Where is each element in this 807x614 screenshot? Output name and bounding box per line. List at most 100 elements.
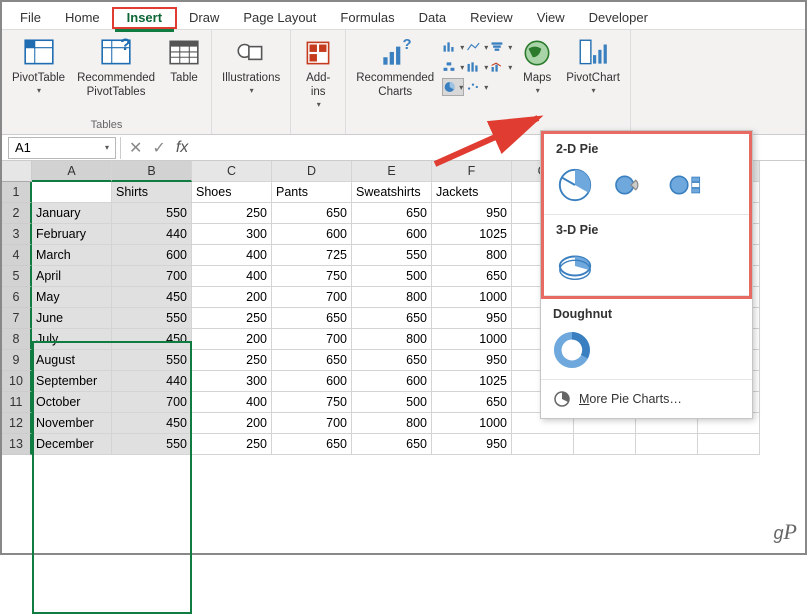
cell[interactable]: 650 — [432, 266, 512, 287]
cell[interactable]: Shoes — [192, 182, 272, 203]
cell[interactable]: 450 — [112, 287, 192, 308]
col-header-F[interactable]: F — [432, 161, 512, 182]
cell[interactable]: 600 — [272, 224, 352, 245]
cell[interactable]: 450 — [112, 413, 192, 434]
cell[interactable]: April — [32, 266, 112, 287]
more-pie-charts-button[interactable]: More Pie Charts… — [541, 380, 752, 418]
cell[interactable]: 700 — [112, 266, 192, 287]
col-header-D[interactable]: D — [272, 161, 352, 182]
cell[interactable]: 440 — [112, 371, 192, 392]
row-header[interactable]: 9 — [2, 350, 32, 371]
col-header-B[interactable]: B — [112, 161, 192, 182]
cell[interactable]: August — [32, 350, 112, 371]
select-all-corner[interactable] — [2, 161, 32, 182]
tab-file[interactable]: File — [8, 6, 53, 29]
tab-page-layout[interactable]: Page Layout — [231, 6, 328, 29]
cell[interactable]: 300 — [192, 371, 272, 392]
cell[interactable]: March — [32, 245, 112, 266]
maps-button[interactable]: Maps▾ — [516, 34, 558, 97]
cell[interactable]: February — [32, 224, 112, 245]
cell[interactable] — [32, 182, 112, 203]
row-header[interactable]: 6 — [2, 287, 32, 308]
pie-exploded-icon[interactable] — [612, 166, 650, 204]
cell[interactable]: 200 — [192, 287, 272, 308]
row-header[interactable]: 7 — [2, 308, 32, 329]
cell[interactable]: 1000 — [432, 413, 512, 434]
row-header[interactable]: 4 — [2, 245, 32, 266]
col-header-C[interactable]: C — [192, 161, 272, 182]
row-header[interactable]: 1 — [2, 182, 32, 203]
cell[interactable]: 400 — [192, 392, 272, 413]
cell[interactable] — [698, 434, 760, 455]
pie-2d-icon[interactable] — [556, 166, 594, 204]
line-chart-button[interactable]: ▾ — [466, 38, 488, 56]
cell[interactable]: January — [32, 203, 112, 224]
table-button[interactable]: Table — [163, 34, 205, 88]
col-header-A[interactable]: A — [32, 161, 112, 182]
cell[interactable]: Jackets — [432, 182, 512, 203]
cell[interactable]: 800 — [352, 287, 432, 308]
funnel-chart-button[interactable]: ▾ — [490, 38, 512, 56]
cell[interactable]: 500 — [352, 266, 432, 287]
cell[interactable]: Sweatshirts — [352, 182, 432, 203]
row-header[interactable]: 5 — [2, 266, 32, 287]
cell[interactable]: 650 — [272, 203, 352, 224]
cell[interactable]: 250 — [192, 350, 272, 371]
tab-draw[interactable]: Draw — [177, 6, 231, 29]
tab-formulas[interactable]: Formulas — [328, 6, 406, 29]
cell[interactable]: 1000 — [432, 329, 512, 350]
cell[interactable]: 650 — [352, 350, 432, 371]
cell[interactable]: September — [32, 371, 112, 392]
cancel-icon[interactable]: ✕ — [129, 138, 142, 158]
cell[interactable]: Shirts — [112, 182, 192, 203]
hierarchy-chart-button[interactable]: ▾ — [442, 58, 464, 76]
column-chart-button[interactable]: ▾ — [442, 38, 464, 56]
cell[interactable]: 550 — [352, 245, 432, 266]
row-header[interactable]: 12 — [2, 413, 32, 434]
cell[interactable]: 700 — [112, 392, 192, 413]
addins-button[interactable]: Add- ins▾ — [297, 34, 339, 111]
row-header[interactable]: 3 — [2, 224, 32, 245]
cell[interactable] — [636, 434, 698, 455]
cell[interactable]: 250 — [192, 308, 272, 329]
cell[interactable]: 950 — [432, 434, 512, 455]
cell[interactable]: 700 — [272, 287, 352, 308]
cell[interactable]: 400 — [192, 245, 272, 266]
cell[interactable]: May — [32, 287, 112, 308]
cell[interactable]: 550 — [112, 434, 192, 455]
cell[interactable]: 450 — [112, 329, 192, 350]
cell[interactable]: 950 — [432, 308, 512, 329]
cell[interactable]: 300 — [192, 224, 272, 245]
cell[interactable]: 650 — [272, 308, 352, 329]
row-header[interactable]: 10 — [2, 371, 32, 392]
col-header-E[interactable]: E — [352, 161, 432, 182]
cell[interactable]: 550 — [112, 308, 192, 329]
statistic-chart-button[interactable]: ▾ — [466, 58, 488, 76]
cell[interactable]: 550 — [112, 350, 192, 371]
tab-developer[interactable]: Developer — [577, 6, 660, 29]
tab-view[interactable]: View — [525, 6, 577, 29]
fx-icon[interactable]: fx — [176, 139, 188, 157]
cell[interactable]: 440 — [112, 224, 192, 245]
cell[interactable]: Pants — [272, 182, 352, 203]
pivottable-button[interactable]: PivotTable▾ — [8, 34, 69, 97]
cell[interactable]: 700 — [272, 413, 352, 434]
cell[interactable]: 950 — [432, 203, 512, 224]
cell[interactable]: November — [32, 413, 112, 434]
doughnut-icon[interactable] — [553, 331, 591, 369]
cell[interactable]: 200 — [192, 329, 272, 350]
combo-chart-button[interactable]: ▾ — [490, 58, 512, 76]
tab-review[interactable]: Review — [458, 6, 525, 29]
cell[interactable]: 950 — [432, 350, 512, 371]
row-header[interactable]: 13 — [2, 434, 32, 455]
enter-icon[interactable]: ✓ — [152, 138, 165, 158]
cell[interactable]: 550 — [112, 203, 192, 224]
scatter-chart-button[interactable]: ▾ — [466, 78, 488, 96]
cell[interactable]: 700 — [272, 329, 352, 350]
cell[interactable]: 600 — [112, 245, 192, 266]
cell[interactable]: 650 — [352, 434, 432, 455]
recommended-charts-button[interactable]: ? Recommended Charts — [352, 34, 438, 102]
row-header[interactable]: 11 — [2, 392, 32, 413]
pivotchart-button[interactable]: PivotChart▾ — [562, 34, 624, 97]
cell[interactable]: 500 — [352, 392, 432, 413]
